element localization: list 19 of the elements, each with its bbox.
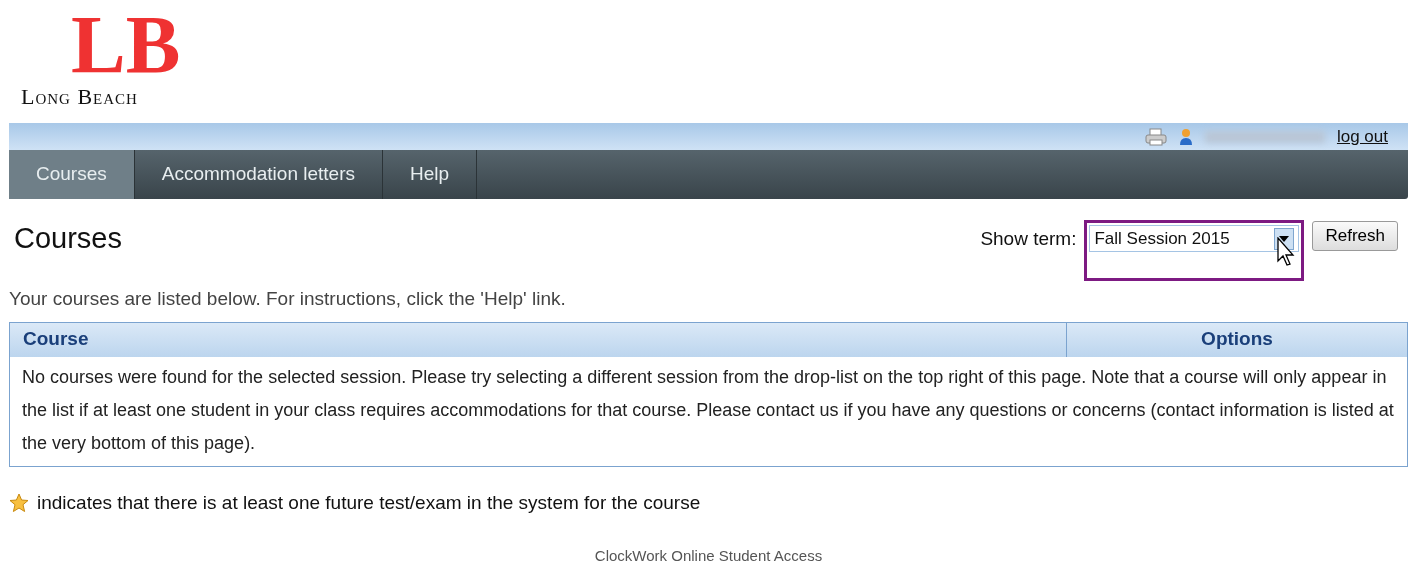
footer-text: ClockWork Online Student Access — [594, 547, 823, 564]
column-header: Options — [1067, 322, 1407, 357]
nav-tab[interactable]: Help — [383, 150, 478, 199]
page-title: Courses — [14, 221, 122, 256]
logo-text: Long Beach — [21, 85, 138, 108]
column-header: Course — [10, 322, 1067, 357]
refresh-button[interactable]: Refresh — [1312, 221, 1398, 251]
star-icon — [9, 492, 29, 513]
nav-tab[interactable]: Courses — [9, 150, 135, 199]
legend-text: indicates that there is at least one future test/exam in the system for the course — [37, 490, 701, 515]
logo-monogram: LB — [71, 6, 181, 84]
term-label: Show term: — [980, 227, 1077, 251]
user-icon — [1178, 127, 1193, 146]
intro-text: Your courses are listed below. For instructions, click the 'Help' link. — [9, 287, 567, 311]
logout-link[interactable]: log out — [1336, 123, 1388, 150]
printer-icon[interactable] — [1144, 127, 1167, 146]
term-dropdown[interactable]: Fall Session 2015 — [1089, 225, 1300, 252]
empty-message: No courses were found for the selected session. Please try selecting a different session from the drop-list on the top right of this page. Note that a course will only appear in the list if at least one student in your class requires accommodations for that course. Please contact us if you have any questions or concerns (contact information is listed at the very bottom of this page). — [21, 365, 1395, 455]
nav-tab[interactable]: Accommodation letters — [134, 150, 383, 199]
